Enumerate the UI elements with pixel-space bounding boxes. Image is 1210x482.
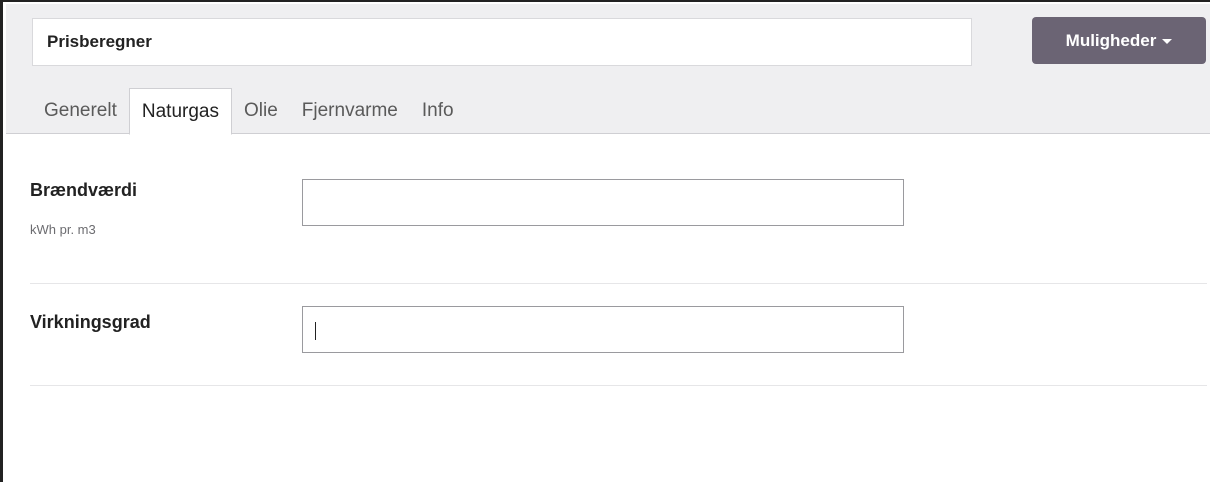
field-help-text: kWh pr. m3 xyxy=(30,222,96,237)
tab-info[interactable]: Info xyxy=(410,88,466,134)
field-label: Virkningsgrad xyxy=(30,312,151,332)
tab-naturgas[interactable]: Naturgas xyxy=(128,88,232,135)
tab-generelt[interactable]: Generelt xyxy=(32,88,129,134)
tab-olie[interactable]: Olie xyxy=(232,88,290,134)
field-row-virkningsgrad: Virkningsgrad xyxy=(30,284,1207,386)
tab-fjernvarme[interactable]: Fjernvarme xyxy=(290,88,410,134)
text-cursor xyxy=(315,322,316,340)
title-field[interactable]: Prisberegner xyxy=(32,18,972,66)
tab-bar: Generelt Naturgas Olie Fjernvarme Info xyxy=(32,88,466,135)
options-button-label: Muligheder xyxy=(1065,31,1157,50)
field-label: Brændværdi xyxy=(30,180,138,200)
app-window: Prisberegner Muligheder Generelt Naturga… xyxy=(0,0,1210,482)
braendvaerdi-input[interactable] xyxy=(302,179,904,226)
caret-down-icon xyxy=(1162,39,1173,45)
virkningsgrad-input[interactable] xyxy=(302,306,904,353)
form-header: Prisberegner Muligheder Generelt Naturga… xyxy=(6,4,1210,135)
field-row-braendvaerdi: Brændværdi kWh pr. m3 xyxy=(30,134,1207,284)
options-dropdown-button[interactable]: Muligheder xyxy=(1032,17,1206,64)
